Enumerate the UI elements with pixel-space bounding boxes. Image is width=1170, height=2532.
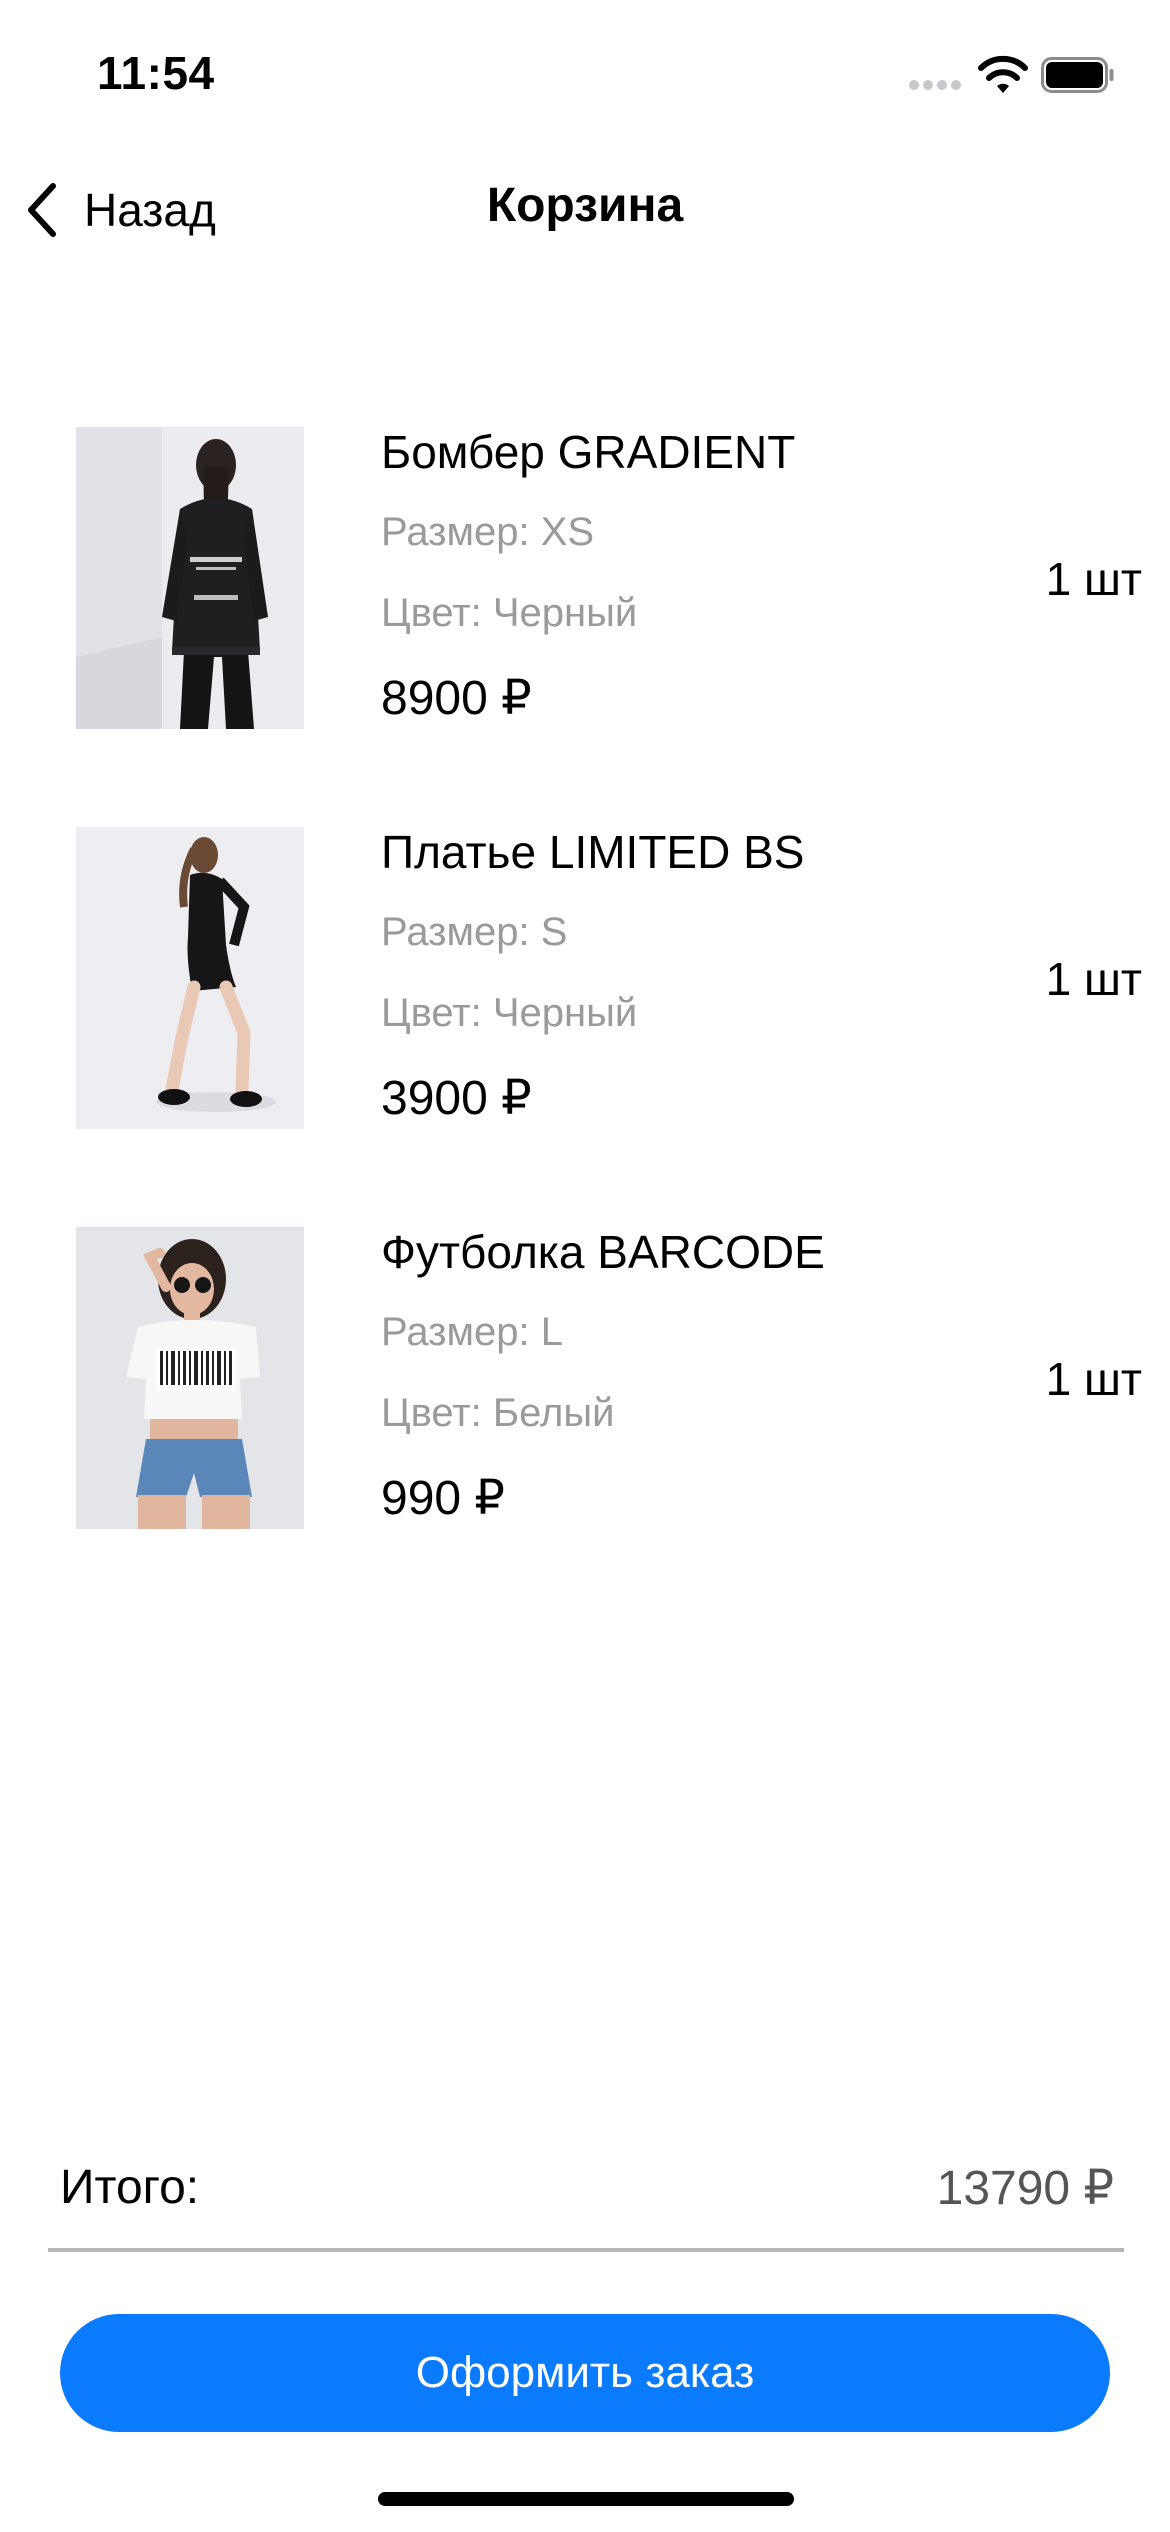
product-image [76, 1227, 304, 1529]
product-quantity[interactable]: 1 шт [1046, 552, 1142, 606]
status-time: 11:54 [97, 47, 215, 99]
product-size: Размер: S [381, 910, 568, 954]
total-value: 13790 ₽ [936, 2162, 1114, 2215]
product-price: 3900 ₽ [381, 1072, 532, 1125]
wifi-icon [978, 55, 1028, 93]
home-indicator[interactable] [378, 2492, 794, 2506]
cart-item[interactable]: Платье LIMITED BS Размер: S Цвет: Черный… [0, 825, 1170, 1225]
product-image [76, 427, 304, 729]
product-name: Футболка BARCODE [381, 1226, 825, 1278]
product-color: Цвет: Белый [381, 1391, 615, 1435]
cart-screen: 11:54 Назад Корзина Бомбер GRADIENT Разм… [0, 0, 1170, 2532]
product-size: Размер: XS [381, 510, 595, 554]
cart-item[interactable]: Бомбер GRADIENT Размер: XS Цвет: Черный … [0, 425, 1170, 825]
total-label: Итого: [60, 2161, 200, 2214]
product-price: 8900 ₽ [381, 672, 532, 725]
cart-item[interactable]: Футболка BARCODE Размер: L Цвет: Белый 9… [0, 1225, 1170, 1625]
cellular-signal-icon [909, 80, 961, 92]
product-image [76, 827, 304, 1129]
status-bar: 11:54 [0, 0, 1170, 140]
checkout-button-label: Оформить заказ [415, 2348, 755, 2397]
product-quantity[interactable]: 1 шт [1046, 952, 1142, 1006]
page-title: Корзина [486, 179, 684, 232]
battery-icon [1041, 57, 1114, 93]
checkout-button[interactable]: Оформить заказ [60, 2314, 1110, 2432]
product-price: 990 ₽ [381, 1472, 505, 1525]
product-color: Цвет: Черный [381, 991, 638, 1035]
product-name: Платье LIMITED BS [381, 826, 805, 878]
product-color: Цвет: Черный [381, 591, 638, 635]
divider [48, 2248, 1124, 2252]
cart-list: Бомбер GRADIENT Размер: XS Цвет: Черный … [0, 425, 1170, 1625]
product-quantity[interactable]: 1 шт [1046, 1352, 1142, 1406]
product-size: Размер: L [381, 1310, 563, 1354]
product-name: Бомбер GRADIENT [381, 426, 796, 478]
